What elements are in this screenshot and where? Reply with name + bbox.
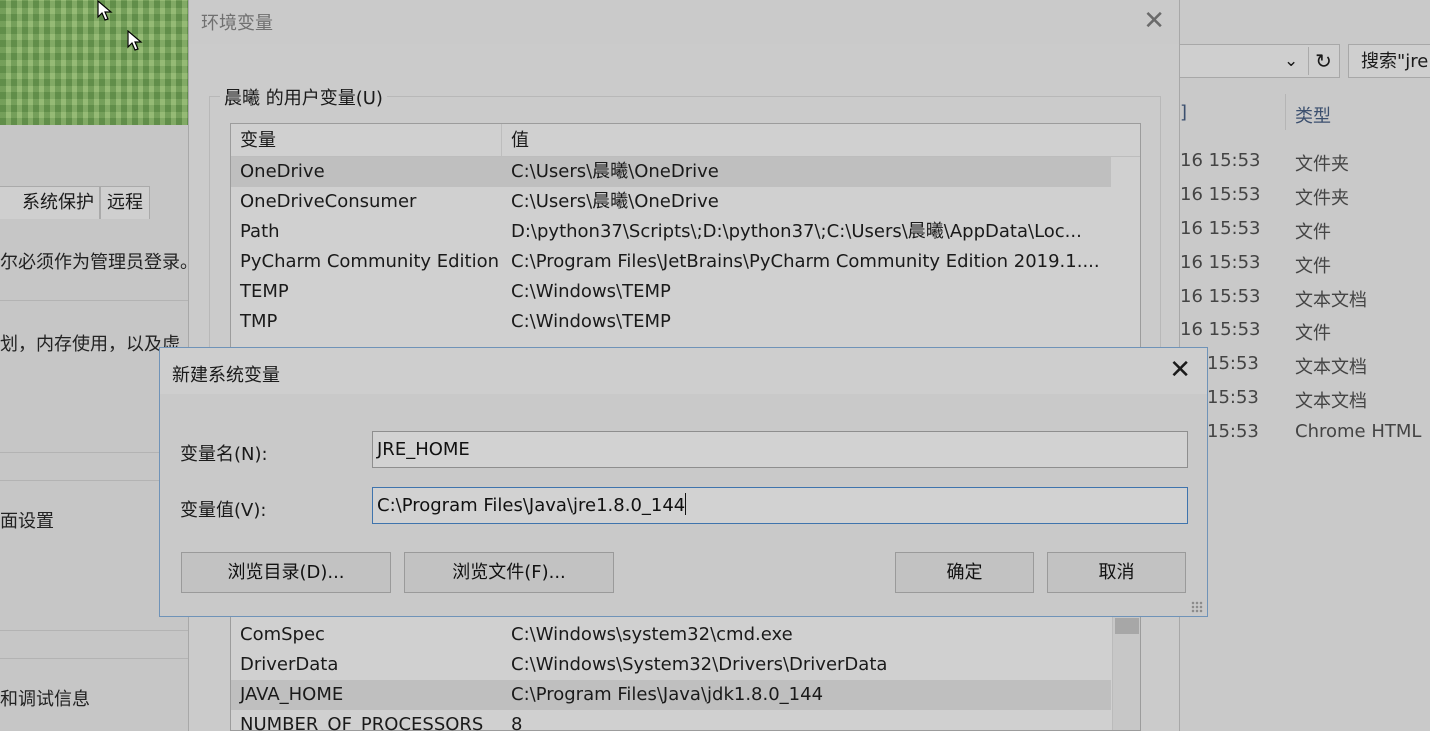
refresh-icon[interactable]: ↻: [1308, 47, 1338, 75]
file-explorer-window: ⌄ ↻ 搜索"jre ] 类型 16 15:53 文件夹 16 15:53 文件…: [1180, 0, 1430, 731]
table-row[interactable]: OneDrive C:\Users\晨曦\OneDrive: [231, 157, 1111, 187]
list-header: 变量 值: [231, 124, 1140, 157]
table-row[interactable]: TEMP C:\Windows\TEMP: [231, 277, 1140, 307]
user-variables-label: 晨曦 的用户变量(U): [220, 84, 387, 110]
file-row-type: 文本文档: [1295, 290, 1367, 311]
mouse-cursor-icon: [97, 0, 113, 21]
mouse-cursor-icon: [127, 30, 143, 51]
variable-name: NUMBER_OF_PROCESSORS: [240, 714, 484, 731]
file-row-date: 16 15:53: [1180, 252, 1261, 273]
file-row-type: 文件: [1295, 323, 1331, 344]
divider: [0, 630, 188, 631]
address-bar[interactable]: ⌄ ↻: [1180, 44, 1340, 78]
chevron-down-icon[interactable]: ⌄: [1284, 51, 1298, 71]
variable-value: C:\Windows\System32\Drivers\DriverData: [511, 654, 888, 675]
variable-value: C:\Windows\TEMP: [511, 281, 671, 302]
file-row-date: 16 15:53: [1180, 319, 1261, 340]
cancel-button[interactable]: 取消: [1047, 552, 1186, 593]
table-row[interactable]: OneDriveConsumer C:\Users\晨曦\OneDrive: [231, 187, 1140, 217]
variable-name-label: 变量名(N):: [180, 444, 268, 465]
file-row-type: 文件夹: [1295, 188, 1349, 209]
file-row-date: 15:53: [1207, 353, 1259, 374]
variable-name: TEMP: [240, 281, 289, 302]
file-row-date: 15:53: [1207, 387, 1259, 408]
variable-value-field[interactable]: C:\Program Files\Java\jre1.8.0_144: [372, 487, 1188, 524]
file-row-type: 文件夹: [1295, 154, 1349, 175]
variable-name-field[interactable]: JRE_HOME: [372, 431, 1188, 468]
variable-name: PyCharm Community Edition: [240, 251, 500, 272]
variable-value-label: 变量值(V):: [180, 500, 267, 521]
file-row-date: 16 15:53: [1180, 150, 1261, 171]
divider: [0, 300, 188, 301]
file-row-date: 16 15:53: [1180, 184, 1261, 205]
variable-value: D:\python37\Scripts\;D:\python37\;C:\Use…: [511, 221, 1082, 242]
dialog-title: 新建系统变量: [172, 365, 280, 386]
user-variables-list[interactable]: 变量 值 OneDrive C:\Users\晨曦\OneDrive OneDr…: [230, 123, 1141, 363]
file-row-date: 16 15:53: [1180, 286, 1261, 307]
search-input[interactable]: 搜索"jre: [1348, 44, 1430, 78]
dialog-titlebar[interactable]: 环境变量 ✕: [189, 0, 1179, 44]
file-row-date: 16 15:53: [1180, 218, 1261, 239]
file-row-date: 15:53: [1207, 421, 1259, 442]
table-row[interactable]: JAVA_HOME C:\Program Files\Java\jdk1.8.0…: [231, 680, 1111, 710]
desktop-settings-text: 面设置: [0, 511, 54, 532]
table-row[interactable]: ComSpec C:\Windows\system32\cmd.exe: [231, 620, 1140, 650]
resize-grip-icon[interactable]: [1191, 601, 1203, 613]
system-variables-list[interactable]: ComSpec C:\Windows\system32\cmd.exe Driv…: [230, 615, 1141, 731]
file-row-type: 文本文档: [1295, 357, 1367, 378]
table-row[interactable]: TMP C:\Windows\TEMP: [231, 307, 1140, 337]
variable-value: C:\Users\晨曦\OneDrive: [511, 191, 719, 212]
file-row-type: 文件: [1295, 256, 1331, 277]
tab-system-protection[interactable]: 系统保护: [0, 186, 100, 219]
browse-directory-button[interactable]: 浏览目录(D)...: [181, 552, 391, 593]
close-icon[interactable]: ✕: [1143, 6, 1165, 36]
tab-remote[interactable]: 远程: [100, 186, 150, 219]
column-header-variable[interactable]: 变量: [231, 124, 502, 156]
performance-description: 划，内存使用，以及虚: [0, 334, 180, 355]
file-row-type: 文件: [1295, 222, 1331, 243]
column-header-value[interactable]: 值: [502, 124, 529, 156]
variable-value: C:\Windows\system32\cmd.exe: [511, 624, 793, 645]
variable-name: Path: [240, 221, 280, 242]
column-separator[interactable]: [1285, 94, 1286, 130]
file-row-type: 文本文档: [1295, 391, 1367, 412]
divider: [0, 658, 188, 659]
column-header-type[interactable]: 类型: [1295, 102, 1331, 128]
table-row[interactable]: Path D:\python37\Scripts\;D:\python37\;C…: [231, 217, 1140, 247]
table-row[interactable]: NUMBER_OF_PROCESSORS 8: [231, 710, 1140, 731]
variable-name: TMP: [240, 311, 278, 332]
variable-name: ComSpec: [240, 624, 325, 645]
variable-name: JAVA_HOME: [240, 684, 344, 705]
browse-file-button[interactable]: 浏览文件(F)...: [404, 552, 614, 593]
variable-name: OneDrive: [240, 161, 325, 182]
debug-info-text: 和调试信息: [0, 689, 90, 710]
variable-value: C:\Program Files\Java\jdk1.8.0_144: [511, 684, 824, 705]
dialog-titlebar[interactable]: 新建系统变量 ✕: [160, 348, 1207, 394]
variable-name: OneDriveConsumer: [240, 191, 417, 212]
new-system-variable-dialog: 新建系统变量 ✕ 变量名(N): JRE_HOME 变量值(V): C:\Pro…: [159, 347, 1208, 617]
table-row[interactable]: PyCharm Community Edition C:\Program Fil…: [231, 247, 1140, 277]
table-row[interactable]: DriverData C:\Windows\System32\Drivers\D…: [231, 650, 1140, 680]
desktop-wallpaper-preview: [0, 0, 188, 125]
text-caret: [685, 493, 687, 515]
dialog-title: 环境变量: [201, 13, 273, 34]
variable-value: C:\Windows\TEMP: [511, 311, 671, 332]
file-row-type: Chrome HTML: [1295, 421, 1422, 442]
variable-name-value: JRE_HOME: [377, 439, 470, 460]
system-properties-tabs: 系统保护 远程: [0, 186, 150, 219]
variable-value-value: C:\Program Files\Java\jre1.8.0_144: [377, 495, 686, 516]
variable-value: C:\Users\晨曦\OneDrive: [511, 161, 719, 182]
admin-notice-text: 尔必须作为管理员登录。: [0, 252, 198, 273]
column-header-date[interactable]: ]: [1180, 102, 1187, 123]
variable-value: 8: [511, 714, 523, 731]
close-icon[interactable]: ✕: [1169, 355, 1191, 385]
ok-button[interactable]: 确定: [895, 552, 1034, 593]
variable-name: DriverData: [240, 654, 339, 675]
variable-value: C:\Program Files\JetBrains\PyCharm Commu…: [511, 251, 1100, 272]
